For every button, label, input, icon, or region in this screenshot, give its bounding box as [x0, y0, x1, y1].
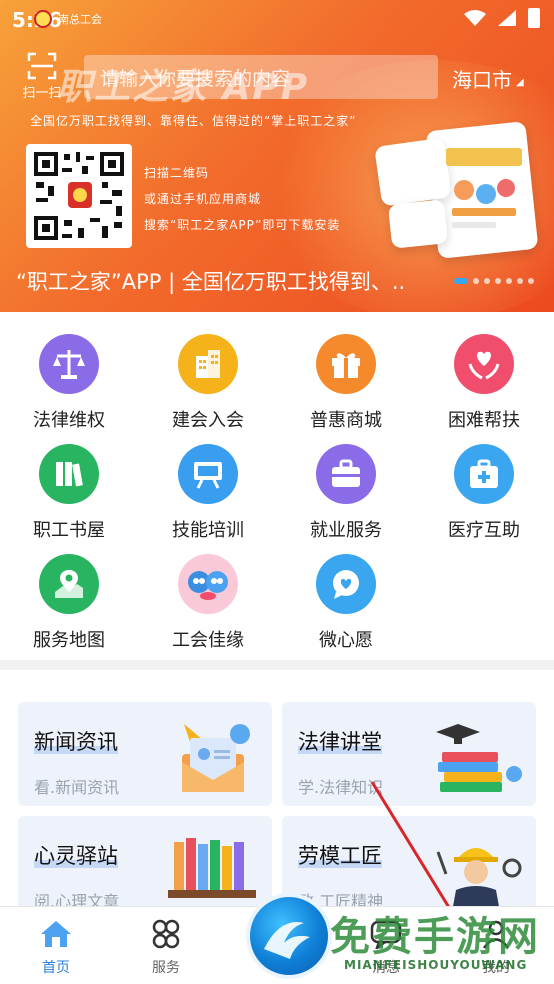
carousel-dot[interactable] [473, 278, 479, 284]
user-icon [482, 920, 510, 949]
grid-four-icon [152, 919, 180, 949]
card-title: 心灵驿站 [34, 840, 118, 870]
carousel-dot[interactable] [517, 278, 523, 284]
card-subtitle: 看.新闻资讯 [34, 778, 120, 797]
scan-button[interactable]: 扫一扫 [20, 52, 64, 101]
books-icon [39, 444, 99, 504]
union-logo: 南总工会 [34, 10, 102, 28]
grid-item-medical-aid[interactable]: 医疗互助 [424, 444, 544, 542]
carousel-dot[interactable] [528, 278, 534, 284]
card-title: 劳模工匠 [298, 840, 382, 870]
qr-line: 扫描二维码 [144, 166, 210, 180]
bottom-nav: 首页 服务 消息 我的 [0, 893, 554, 984]
grid-item-hardship-aid[interactable]: 困难帮扶 [424, 334, 544, 432]
union-name: 南总工会 [58, 13, 102, 26]
grid-item-union-match[interactable]: 工会佳缘 [148, 554, 268, 652]
battery-icon [528, 8, 540, 28]
grid-item-label: 普惠商城 [310, 410, 382, 431]
card-subtitle: 阅.心理文章 [34, 892, 120, 906]
nav-messages[interactable]: 消息 [346, 919, 426, 977]
mascot-couple-icon [178, 554, 238, 614]
grid-item-service-map[interactable]: 服务地图 [9, 554, 129, 652]
grid-item-benefits-mall[interactable]: 普惠商城 [286, 334, 406, 432]
medical-kit-icon [454, 444, 514, 504]
grid-item-label: 微心愿 [319, 630, 373, 651]
card-legal-class[interactable]: 法律讲堂 学.法律知识 [282, 702, 536, 806]
card-model-worker[interactable]: 劳模工匠 致.工匠精神 [282, 816, 536, 906]
grid-item-label: 困难帮扶 [448, 410, 520, 431]
grid-item-label: 就业服务 [310, 520, 382, 541]
building-icon [178, 334, 238, 394]
card-news[interactable]: 新闻资讯 看.新闻资讯 [18, 702, 272, 806]
scan-icon [27, 52, 57, 80]
wave-logo-icon [264, 922, 310, 959]
grid-item-skill-training[interactable]: 技能培训 [148, 444, 268, 542]
qr-code [26, 144, 132, 248]
card-mind-station[interactable]: 心灵驿站 阅.心理文章 [18, 816, 272, 906]
briefcase-icon [316, 444, 376, 504]
feature-cards: 新闻资讯 看.新闻资讯 法律讲堂 学.法律知识 心灵驿站 阅.心理文章 劳模工匠… [0, 670, 554, 906]
heart-hands-icon [454, 334, 514, 394]
caret-down-icon: ◢ [516, 77, 524, 88]
home-icon [41, 921, 71, 947]
nav-label: 消息 [372, 960, 400, 976]
scan-label: 扫一扫 [22, 86, 62, 101]
wifi-icon [464, 10, 486, 26]
grid-item-reading-room[interactable]: 职工书屋 [9, 444, 129, 542]
presentation-board-icon [178, 444, 238, 504]
gift-icon [316, 334, 376, 394]
grid-item-label: 职工书屋 [33, 520, 105, 541]
nav-mine[interactable]: 我的 [456, 919, 536, 977]
grid-item-union-join[interactable]: 建会入会 [148, 334, 268, 432]
nav-label: 首页 [42, 960, 70, 976]
grid-item-legal-rights[interactable]: 法律维权 [9, 334, 129, 432]
grid-item-label: 技能培训 [172, 520, 244, 541]
banner-slogan: 全国亿万职工找得到、靠得住、信得过的“掌上职工之家” [30, 114, 357, 128]
signal-icon [498, 10, 516, 26]
grid-item-employment[interactable]: 就业服务 [286, 444, 406, 542]
grid-item-label: 建会入会 [172, 410, 244, 431]
banner-caption: “职工之家”APP | 全国亿万职工找得到、.. [16, 270, 406, 294]
nav-services[interactable]: 服务 [126, 919, 206, 977]
phone-mockups-illustration [372, 121, 542, 264]
chat-bubble-icon [370, 920, 402, 952]
nav-home[interactable]: 首页 [16, 919, 96, 977]
services-grid: 法律维权 建会入会 普惠商城 困难帮扶 职工书屋 技能培训 就业服务 医疗互助 … [0, 312, 554, 660]
carousel-dot[interactable] [484, 278, 490, 284]
card-subtitle: 学.法律知识 [298, 778, 384, 797]
nav-label: 我的 [482, 960, 510, 976]
grid-item-label: 法律维权 [33, 410, 105, 431]
status-bar: 5:26 南总工会 [0, 0, 554, 38]
qr-instructions: 扫描二维码 或通过手机应用商城 搜索“职工之家APP”即可下载安装 [144, 160, 340, 238]
grid-item-label: 服务地图 [33, 630, 105, 651]
scales-icon [39, 334, 99, 394]
qr-line: 搜索“职工之家APP”即可下载安装 [144, 218, 341, 232]
card-title: 法律讲堂 [298, 726, 382, 756]
search-placeholder: 请输入你要搜索的内容 [100, 67, 291, 90]
books-graduation-icon [436, 724, 522, 792]
grid-item-label: 医疗互助 [448, 520, 520, 541]
carousel-dot[interactable] [506, 278, 512, 284]
union-emblem-icon [34, 10, 52, 28]
grid-item-label: 工会佳缘 [172, 630, 244, 651]
nav-label: 服务 [152, 960, 180, 976]
grid-item-micro-wish[interactable]: 微心愿 [286, 554, 406, 652]
search-input[interactable]: 请输入你要搜索的内容 [84, 55, 438, 99]
qr-code-icon [32, 150, 126, 242]
city-selector[interactable]: 海口市 ◢ [452, 64, 524, 93]
envelope-news-icon [182, 724, 250, 792]
worker-helmet-icon [436, 848, 522, 906]
bookshelf-icon [168, 838, 256, 898]
banner[interactable]: 5:26 南总工会 职工之家 APP 扫一扫 请输入你要搜索的内容 海口市 ◢ … [0, 0, 554, 312]
carousel-dot[interactable] [495, 278, 501, 284]
qr-line: 或通过手机应用商城 [144, 192, 262, 206]
map-pin-icon [39, 554, 99, 614]
city-name: 海口市 [452, 68, 512, 92]
status-icons [464, 8, 540, 28]
card-title: 新闻资讯 [34, 726, 118, 756]
chat-heart-icon [316, 554, 376, 614]
center-action-button[interactable] [246, 893, 332, 979]
carousel-dot[interactable] [454, 278, 468, 284]
carousel-dots[interactable] [454, 278, 534, 284]
